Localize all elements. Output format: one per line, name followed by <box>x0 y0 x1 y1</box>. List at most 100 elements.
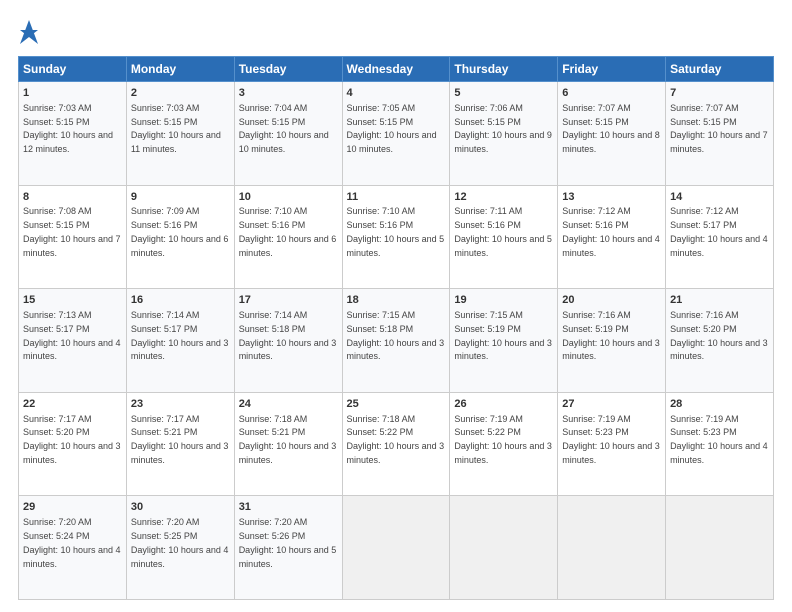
day-detail: Sunrise: 7:11 AMSunset: 5:16 PMDaylight:… <box>454 206 552 257</box>
calendar-week-2: 8Sunrise: 7:08 AMSunset: 5:15 PMDaylight… <box>19 185 774 289</box>
day-number: 13 <box>562 190 661 205</box>
day-number: 30 <box>131 500 230 515</box>
calendar-header-row: SundayMondayTuesdayWednesdayThursdayFrid… <box>19 57 774 82</box>
calendar-cell: 18Sunrise: 7:15 AMSunset: 5:18 PMDayligh… <box>342 289 450 393</box>
col-header-tuesday: Tuesday <box>234 57 342 82</box>
day-number: 23 <box>131 397 230 412</box>
col-header-sunday: Sunday <box>19 57 127 82</box>
col-header-thursday: Thursday <box>450 57 558 82</box>
day-number: 31 <box>239 500 338 515</box>
calendar-cell: 24Sunrise: 7:18 AMSunset: 5:21 PMDayligh… <box>234 392 342 496</box>
day-detail: Sunrise: 7:17 AMSunset: 5:20 PMDaylight:… <box>23 414 121 465</box>
calendar-cell <box>450 496 558 600</box>
day-number: 9 <box>131 190 230 205</box>
day-detail: Sunrise: 7:14 AMSunset: 5:18 PMDaylight:… <box>239 310 337 361</box>
col-header-saturday: Saturday <box>666 57 774 82</box>
day-detail: Sunrise: 7:15 AMSunset: 5:19 PMDaylight:… <box>454 310 552 361</box>
day-detail: Sunrise: 7:10 AMSunset: 5:16 PMDaylight:… <box>347 206 445 257</box>
day-detail: Sunrise: 7:07 AMSunset: 5:15 PMDaylight:… <box>670 103 768 154</box>
day-number: 29 <box>23 500 122 515</box>
calendar-cell: 29 Sunrise: 7:20 AMSunset: 5:24 PMDayligh… <box>19 496 127 600</box>
calendar-cell: 15 Sunrise: 7:13 AMSunset: 5:17 PMDayligh… <box>19 289 127 393</box>
day-detail: Sunrise: 7:16 AMSunset: 5:19 PMDaylight:… <box>562 310 660 361</box>
calendar-cell: 20 Sunrise: 7:16 AMSunset: 5:19 PMDayligh… <box>558 289 666 393</box>
day-number: 10 <box>239 190 338 205</box>
calendar-cell: 14Sunrise: 7:12 AMSunset: 5:17 PMDayligh… <box>666 185 774 289</box>
day-number: 4 <box>347 86 446 101</box>
col-header-friday: Friday <box>558 57 666 82</box>
calendar-cell: 11Sunrise: 7:10 AMSunset: 5:16 PMDayligh… <box>342 185 450 289</box>
page: SundayMondayTuesdayWednesdayThursdayFrid… <box>0 0 792 612</box>
logo-icon <box>18 18 40 46</box>
day-detail: Sunrise: 7:07 AMSunset: 5:15 PMDaylight:… <box>562 103 660 154</box>
calendar-cell: 19 Sunrise: 7:15 AMSunset: 5:19 PMDayligh… <box>450 289 558 393</box>
day-number: 2 <box>131 86 230 101</box>
col-header-monday: Monday <box>126 57 234 82</box>
day-number: 1 <box>23 86 122 101</box>
calendar-cell: 3 Sunrise: 7:04 AMSunset: 5:15 PMDaylight… <box>234 82 342 186</box>
day-detail: Sunrise: 7:13 AMSunset: 5:17 PMDaylight:… <box>23 310 121 361</box>
day-detail: Sunrise: 7:12 AMSunset: 5:17 PMDaylight:… <box>670 206 768 257</box>
day-number: 12 <box>454 190 553 205</box>
calendar-cell: 25 Sunrise: 7:18 AMSunset: 5:22 PMDayligh… <box>342 392 450 496</box>
calendar-cell: 22Sunrise: 7:17 AMSunset: 5:20 PMDayligh… <box>19 392 127 496</box>
day-detail: Sunrise: 7:10 AMSunset: 5:16 PMDaylight:… <box>239 206 337 257</box>
day-detail: Sunrise: 7:05 AMSunset: 5:15 PMDaylight:… <box>347 103 437 154</box>
calendar-cell: 30Sunrise: 7:20 AMSunset: 5:25 PMDayligh… <box>126 496 234 600</box>
day-detail: Sunrise: 7:19 AMSunset: 5:23 PMDaylight:… <box>562 414 660 465</box>
day-number: 11 <box>347 190 446 205</box>
day-number: 21 <box>670 293 769 308</box>
calendar-table: SundayMondayTuesdayWednesdayThursdayFrid… <box>18 56 774 600</box>
day-detail: Sunrise: 7:19 AMSunset: 5:23 PMDaylight:… <box>670 414 768 465</box>
calendar-cell: 5 Sunrise: 7:06 AMSunset: 5:15 PMDaylight… <box>450 82 558 186</box>
calendar-cell <box>558 496 666 600</box>
calendar-cell: 8Sunrise: 7:08 AMSunset: 5:15 PMDaylight… <box>19 185 127 289</box>
calendar-cell: 10Sunrise: 7:10 AMSunset: 5:16 PMDayligh… <box>234 185 342 289</box>
calendar-week-4: 22Sunrise: 7:17 AMSunset: 5:20 PMDayligh… <box>19 392 774 496</box>
day-detail: Sunrise: 7:03 AMSunset: 5:15 PMDaylight:… <box>23 103 113 154</box>
day-number: 25 <box>347 397 446 412</box>
day-number: 24 <box>239 397 338 412</box>
calendar-cell: 16 Sunrise: 7:14 AMSunset: 5:17 PMDayligh… <box>126 289 234 393</box>
day-number: 15 <box>23 293 122 308</box>
calendar-cell <box>342 496 450 600</box>
day-number: 20 <box>562 293 661 308</box>
col-header-wednesday: Wednesday <box>342 57 450 82</box>
calendar-cell: 27Sunrise: 7:19 AMSunset: 5:23 PMDayligh… <box>558 392 666 496</box>
day-detail: Sunrise: 7:20 AMSunset: 5:24 PMDaylight:… <box>23 517 121 568</box>
day-detail: Sunrise: 7:20 AMSunset: 5:26 PMDaylight:… <box>239 517 337 568</box>
calendar-cell: 12Sunrise: 7:11 AMSunset: 5:16 PMDayligh… <box>450 185 558 289</box>
day-number: 14 <box>670 190 769 205</box>
calendar-cell: 23 Sunrise: 7:17 AMSunset: 5:21 PMDayligh… <box>126 392 234 496</box>
day-number: 7 <box>670 86 769 101</box>
calendar-cell: 1 Sunrise: 7:03 AMSunset: 5:15 PMDaylight… <box>19 82 127 186</box>
day-detail: Sunrise: 7:04 AMSunset: 5:15 PMDaylight:… <box>239 103 329 154</box>
day-detail: Sunrise: 7:08 AMSunset: 5:15 PMDaylight:… <box>23 206 121 257</box>
day-number: 8 <box>23 190 122 205</box>
day-number: 19 <box>454 293 553 308</box>
day-detail: Sunrise: 7:03 AMSunset: 5:15 PMDaylight:… <box>131 103 221 154</box>
header <box>18 18 774 46</box>
day-detail: Sunrise: 7:09 AMSunset: 5:16 PMDaylight:… <box>131 206 229 257</box>
calendar-cell: 31 Sunrise: 7:20 AMSunset: 5:26 PMDayligh… <box>234 496 342 600</box>
day-detail: Sunrise: 7:18 AMSunset: 5:22 PMDaylight:… <box>347 414 445 465</box>
calendar-cell: 26Sunrise: 7:19 AMSunset: 5:22 PMDayligh… <box>450 392 558 496</box>
day-detail: Sunrise: 7:06 AMSunset: 5:15 PMDaylight:… <box>454 103 552 154</box>
calendar-cell: 2 Sunrise: 7:03 AMSunset: 5:15 PMDaylight… <box>126 82 234 186</box>
day-number: 3 <box>239 86 338 101</box>
calendar-cell: 28 Sunrise: 7:19 AMSunset: 5:23 PMDayligh… <box>666 392 774 496</box>
day-number: 16 <box>131 293 230 308</box>
calendar-cell: 4 Sunrise: 7:05 AMSunset: 5:15 PMDaylight… <box>342 82 450 186</box>
day-detail: Sunrise: 7:17 AMSunset: 5:21 PMDaylight:… <box>131 414 229 465</box>
day-detail: Sunrise: 7:14 AMSunset: 5:17 PMDaylight:… <box>131 310 229 361</box>
calendar-week-1: 1 Sunrise: 7:03 AMSunset: 5:15 PMDaylight… <box>19 82 774 186</box>
day-detail: Sunrise: 7:16 AMSunset: 5:20 PMDaylight:… <box>670 310 768 361</box>
calendar-cell: 9Sunrise: 7:09 AMSunset: 5:16 PMDaylight… <box>126 185 234 289</box>
day-detail: Sunrise: 7:19 AMSunset: 5:22 PMDaylight:… <box>454 414 552 465</box>
calendar-cell: 6 Sunrise: 7:07 AMSunset: 5:15 PMDaylight… <box>558 82 666 186</box>
day-number: 5 <box>454 86 553 101</box>
calendar-week-5: 29 Sunrise: 7:20 AMSunset: 5:24 PMDayligh… <box>19 496 774 600</box>
day-number: 17 <box>239 293 338 308</box>
day-number: 28 <box>670 397 769 412</box>
day-number: 6 <box>562 86 661 101</box>
